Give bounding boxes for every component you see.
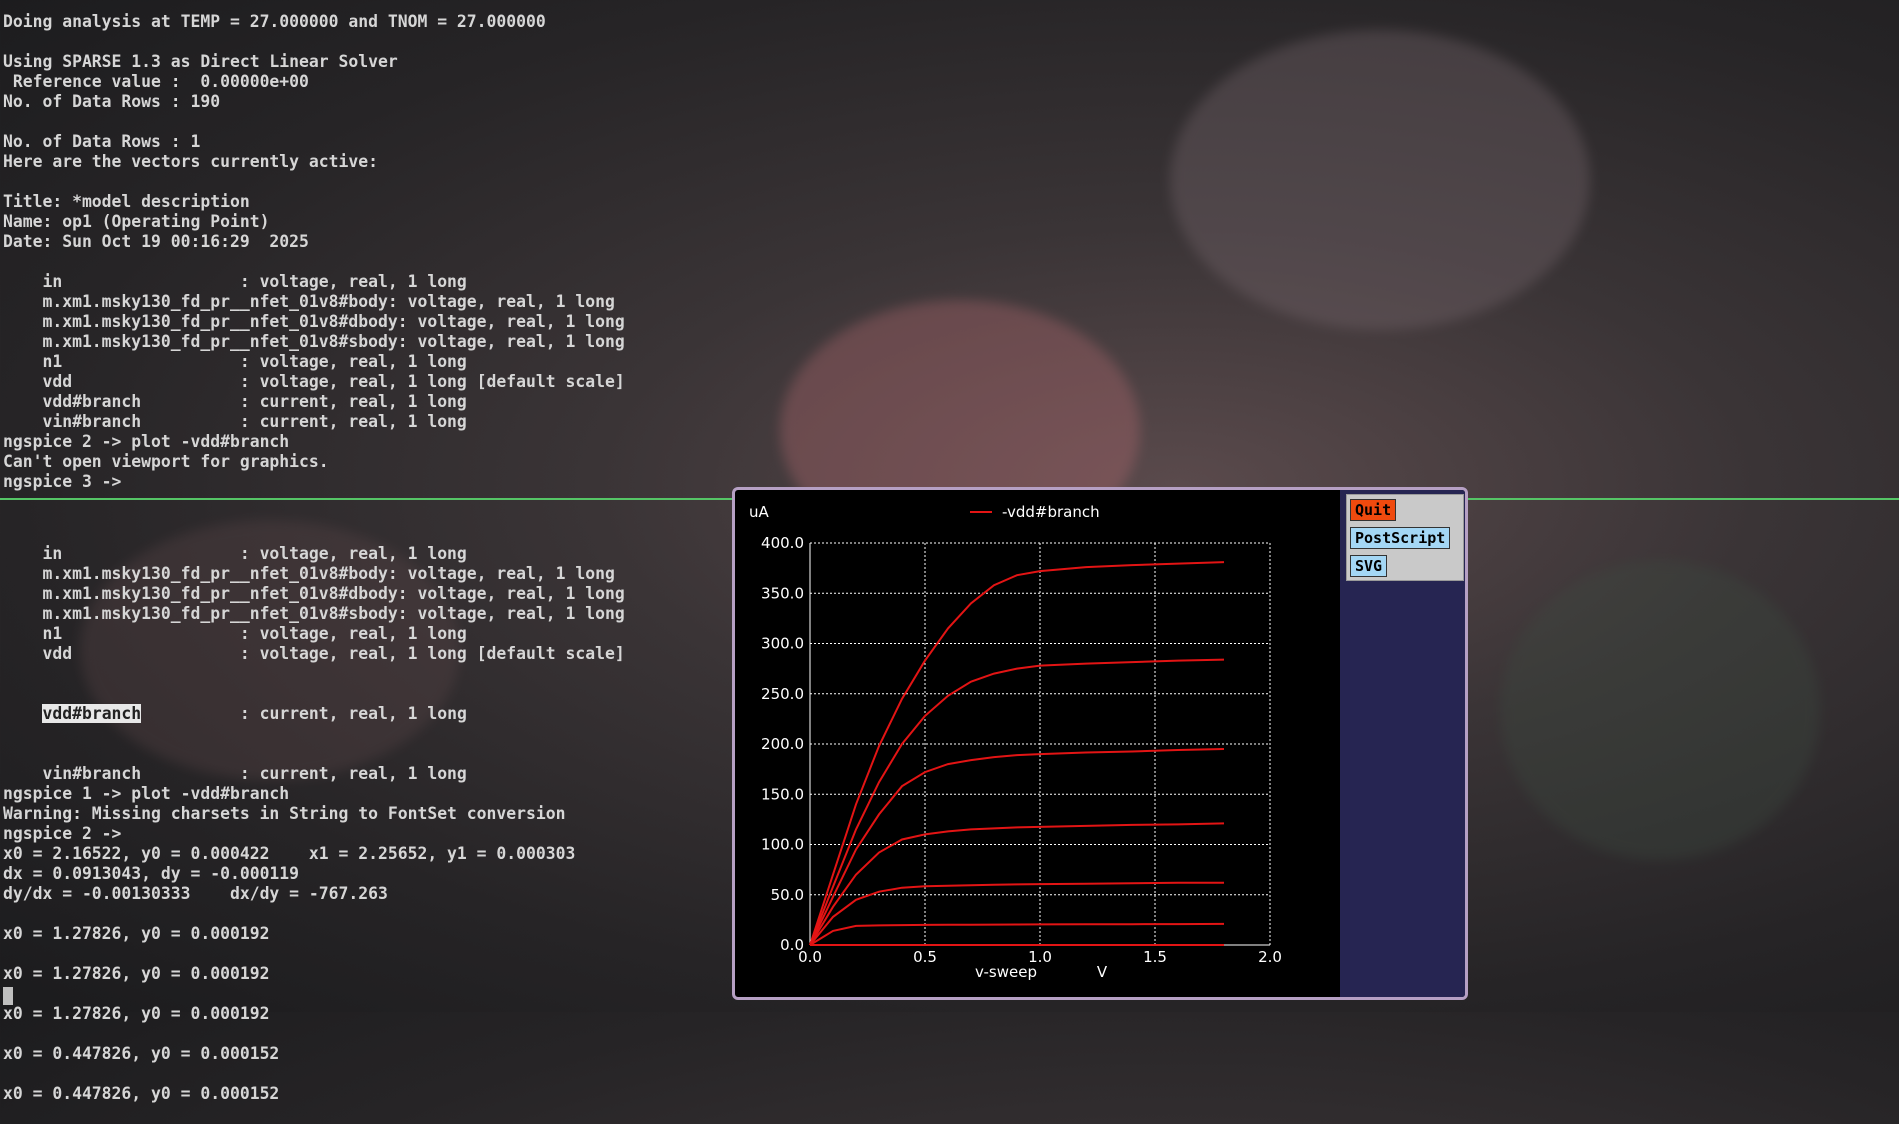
terminal-line: dy/dx = -0.00130333 dx/dy = -767.263: [3, 884, 388, 903]
series-line: [809, 881, 1224, 946]
y-tick-label: 250.0: [761, 685, 804, 703]
x-tick-label: 2.0: [1258, 948, 1282, 966]
wallpaper-blob: [1170, 30, 1590, 330]
y-axis-label: uA: [749, 503, 770, 521]
terminal-line: vdd : voltage, real, 1 long [default sca…: [3, 372, 625, 391]
y-tick-label: 0.0: [780, 936, 804, 954]
terminal-line: dx = 0.0913043, dy = -0.000119: [3, 864, 300, 883]
plot-window[interactable]: 0.0 0.5 1.0 1.5 2.0 0.0 50.0 100.0 150.0 200.0 250…: [732, 487, 1468, 1000]
terminal-line: x0 = 1.27826, y0 = 0.000192: [3, 924, 270, 943]
selected-vector-line: vdd#branch : current, real, 1 long: [3, 704, 625, 724]
y-tick-label: 400.0: [761, 534, 804, 552]
wallpaper-blob: [1500, 560, 1820, 860]
terminal-output-bottom[interactable]: in : voltage, real, 1 long m.xm1.msky130…: [3, 504, 625, 1124]
terminal-cursor: [3, 987, 13, 1005]
terminal-line: m.xm1.msky130_fd_pr__nfet_01v8#body: vol…: [3, 564, 615, 583]
terminal-line: Title: *model description: [3, 192, 250, 211]
terminal-line: vdd : voltage, real, 1 long [default sca…: [3, 644, 625, 663]
terminal-line: No. of Data Rows : 190: [3, 92, 221, 111]
terminal-line: x0 = 1.27826, y0 = 0.000192: [3, 1004, 270, 1023]
terminal-line: x0 = 1.27826, y0 = 0.000192: [3, 964, 270, 983]
quit-button[interactable]: Quit: [1350, 499, 1397, 521]
terminal-line: x0 = 0.447826, y0 = 0.000152: [3, 1084, 280, 1103]
terminal-line: Doing analysis at TEMP = 27.000000 and T…: [3, 12, 546, 31]
x-axis-label: v-sweep: [975, 963, 1037, 981]
terminal-line: Name: op1 (Operating Point): [3, 212, 270, 231]
series-line: [809, 561, 1225, 946]
y-tick-label: 200.0: [761, 735, 804, 753]
terminal-line: in : voltage, real, 1 long: [3, 272, 467, 291]
terminal-line: x0 = 2.16522, y0 = 0.000422 x1 = 2.25652…: [3, 844, 576, 863]
terminal-line: ngspice 3 ->: [3, 472, 122, 491]
terminal-line: ngspice 2 ->: [3, 824, 122, 843]
terminal-line: ngspice 1 -> plot -vdd#branch: [3, 784, 290, 803]
y-tick-label: 100.0: [761, 836, 804, 854]
y-tick-label: 50.0: [771, 886, 804, 904]
svg-button[interactable]: SVG: [1350, 555, 1388, 577]
terminal-line: Using SPARSE 1.3 as Direct Linear Solver: [3, 52, 398, 71]
line-text: : current, real, 1 long: [141, 704, 467, 723]
terminal-line: ngspice 2 -> plot -vdd#branch: [3, 432, 290, 451]
terminal-line: Reference value : 0.00000e+00: [3, 72, 309, 91]
terminal-line: x0 = 0.447826, y0 = 0.000152: [3, 1044, 280, 1063]
terminal-line: n1 : voltage, real, 1 long: [3, 352, 467, 371]
series-line: [809, 922, 1225, 946]
y-tick-label: 300.0: [761, 635, 804, 653]
terminal-line: m.xm1.msky130_fd_pr__nfet_01v8#sbody: vo…: [3, 604, 625, 623]
terminal-line: m.xm1.msky130_fd_pr__nfet_01v8#dbody: vo…: [3, 312, 625, 331]
terminal-output-top[interactable]: Doing analysis at TEMP = 27.000000 and T…: [3, 12, 625, 492]
x-axis-unit: V: [1097, 963, 1108, 981]
series-line: [809, 658, 1225, 946]
terminal-line: m.xm1.msky130_fd_pr__nfet_01v8#body: vol…: [3, 292, 615, 311]
plot-button-panel: Quit PostScript SVG: [1346, 494, 1464, 581]
terminal-line: Here are the vectors currently active:: [3, 152, 378, 171]
x-tick-label: 0.5: [913, 948, 937, 966]
y-tick-label: 150.0: [761, 785, 804, 803]
legend-label: -vdd#branch: [1002, 503, 1100, 521]
terminal-line: vin#branch : current, real, 1 long: [3, 764, 467, 783]
terminal-line: in : voltage, real, 1 long: [3, 544, 467, 563]
x-tick-label: 1.5: [1143, 948, 1167, 966]
selected-text-highlight[interactable]: vdd#branch: [42, 704, 142, 723]
terminal-line: Warning: Missing charsets in String to F…: [3, 804, 566, 823]
terminal-line: m.xm1.msky130_fd_pr__nfet_01v8#dbody: vo…: [3, 584, 625, 603]
terminal-line: m.xm1.msky130_fd_pr__nfet_01v8#sbody: vo…: [3, 332, 625, 351]
terminal-line: n1 : voltage, real, 1 long: [3, 624, 467, 643]
terminal-line: Can't open viewport for graphics.: [3, 452, 329, 471]
y-tick-label: 350.0: [761, 584, 804, 602]
terminal-line: Date: Sun Oct 19 00:16:29 2025: [3, 232, 309, 251]
terminal-line: vdd#branch : current, real, 1 long: [3, 392, 467, 411]
postscript-button[interactable]: PostScript: [1350, 527, 1451, 549]
series-line: [809, 748, 1225, 946]
terminal-line: No. of Data Rows : 1: [3, 132, 201, 151]
terminal-line: vin#branch : current, real, 1 long: [3, 412, 467, 431]
